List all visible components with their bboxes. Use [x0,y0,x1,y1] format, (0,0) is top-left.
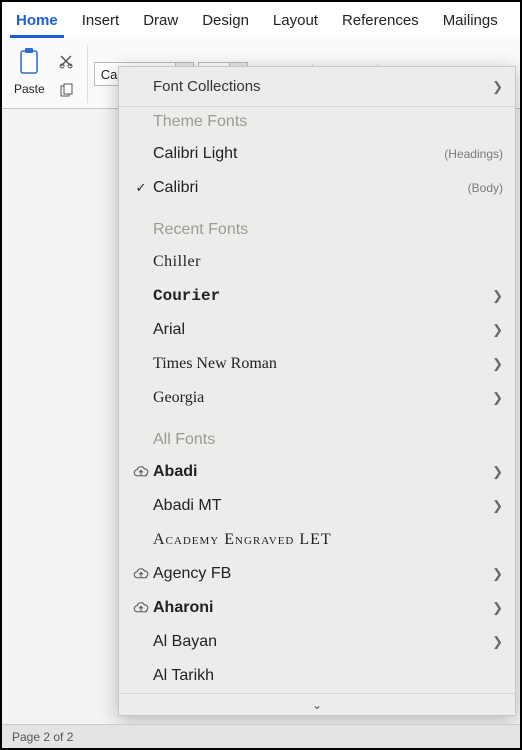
font-item-label: Arial [153,321,485,339]
font-item[interactable]: Al Tarikh [119,659,515,693]
font-item[interactable]: Georgia❯ [119,381,515,415]
font-item-label: Abadi [153,463,485,481]
font-item-annotation: (Headings) [444,147,503,161]
paste-button[interactable]: Paste [10,45,49,98]
paste-label: Paste [14,82,45,96]
chevron-right-icon: ❯ [485,288,503,304]
font-item-label: Chiller [153,253,503,271]
chevron-right-icon: ❯ [485,464,503,480]
tab-references[interactable]: References [336,8,425,38]
tab-insert[interactable]: Insert [76,8,126,38]
font-item-label: Al Bayan [153,633,485,651]
font-item-label: Aharoni [153,599,485,617]
chevron-right-icon: ❯ [485,322,503,338]
tab-draw[interactable]: Draw [137,8,184,38]
cloud-download-icon [129,465,153,479]
font-item[interactable]: Academy Engraved LET [119,523,515,557]
chevron-right-icon: ❯ [485,566,503,582]
copy-icon[interactable] [53,79,79,103]
tab-design[interactable]: Design [196,8,255,38]
chevron-right-icon: ❯ [485,390,503,406]
font-item-label: Times New Roman [153,355,485,373]
font-item[interactable]: Times New Roman❯ [119,347,515,381]
section-heading-theme: Theme Fonts [119,107,515,137]
tab-mailings[interactable]: Mailings [437,8,504,38]
clipboard-group: Paste [10,45,88,103]
chevron-right-icon: ❯ [485,79,503,95]
font-item[interactable]: Chiller [119,245,515,279]
font-item-label: Agency FB [153,565,485,583]
ribbon-tabs: Home Insert Draw Design Layout References Mail… [2,2,520,39]
font-item-label: Al Tarikh [153,667,503,685]
page-indicator: Page 2 of 2 [12,730,73,744]
chevron-right-icon: ❯ [485,600,503,616]
clipboard-icon [17,47,41,80]
font-item[interactable]: Arial❯ [119,313,515,347]
font-dropdown-panel: Font Collections ❯ Theme FontsCalibri Li… [118,66,516,716]
font-item-label: Abadi MT [153,497,485,515]
font-item[interactable]: Agency FB❯ [119,557,515,591]
font-item-label: Courier [153,287,485,305]
chevron-right-icon: ❯ [485,356,503,372]
font-item-annotation: (Body) [468,181,503,195]
font-item-label: Georgia [153,389,485,407]
font-item[interactable]: ✓Calibri(Body) [119,171,515,205]
scroll-down-hint[interactable]: ⌄ [119,693,515,715]
font-item[interactable]: Abadi MT❯ [119,489,515,523]
font-item-label: Calibri [153,179,468,197]
font-item[interactable]: Calibri Light(Headings) [119,137,515,171]
font-collections-row[interactable]: Font Collections ❯ [119,67,515,107]
status-bar: Page 2 of 2 [2,724,520,748]
chevron-right-icon: ❯ [485,634,503,650]
cloud-download-icon [129,567,153,581]
font-item[interactable]: Aharoni❯ [119,591,515,625]
tab-layout[interactable]: Layout [267,8,324,38]
font-item-label: Calibri Light [153,145,444,163]
chevron-right-icon: ❯ [485,498,503,514]
cloud-download-icon [129,601,153,615]
section-heading-recent: Recent Fonts [119,215,515,245]
cut-icon[interactable] [53,49,79,73]
tab-home[interactable]: Home [10,8,64,38]
section-heading-all: All Fonts [119,425,515,455]
font-collections-label: Font Collections [153,78,485,95]
font-item[interactable]: Abadi❯ [119,455,515,489]
font-item[interactable]: Courier❯ [119,279,515,313]
font-item[interactable]: Al Bayan❯ [119,625,515,659]
checkmark-icon: ✓ [129,180,153,196]
font-item-label: Academy Engraved LET [153,531,503,549]
